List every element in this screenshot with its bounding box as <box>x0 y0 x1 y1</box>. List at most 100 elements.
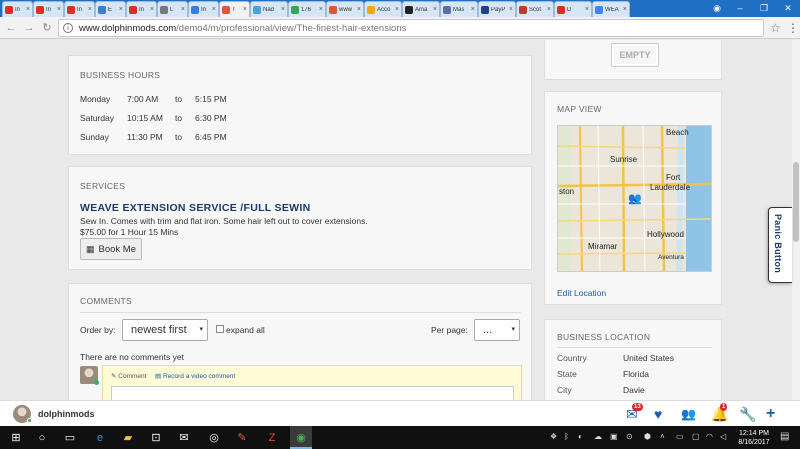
panic-button[interactable]: Panic Button <box>768 207 792 283</box>
window-controls: ◉ – ❐ ✕ <box>706 0 800 17</box>
tab-close-icon[interactable]: × <box>509 6 513 13</box>
browser-tab[interactable]: www × <box>326 1 364 17</box>
cloud-tray-icon[interactable]: ☁ <box>594 432 602 442</box>
friends-icon[interactable]: 👥 <box>681 406 696 422</box>
tab-close-icon[interactable]: × <box>623 6 627 13</box>
browser-tab[interactable]: T × <box>219 1 250 17</box>
tab-title: Mas <box>453 6 465 13</box>
browser-tab[interactable]: In × <box>33 1 64 17</box>
task-view-icon[interactable]: ▭ <box>62 430 78 446</box>
taskbar-clock[interactable]: 12:14 PM 8/16/2017 <box>734 429 774 447</box>
browser-tab[interactable]: Scot × <box>516 1 554 17</box>
service-title[interactable]: WEAVE EXTENSION SERVICE /FULL SEWIN <box>80 202 310 214</box>
browser-tab[interactable]: WEA × <box>592 1 630 17</box>
scrollbar-thumb[interactable] <box>793 162 799 242</box>
wifi-icon[interactable]: ◠ <box>706 432 713 442</box>
location-value: Davie <box>623 385 645 395</box>
bookmark-star-icon[interactable]: ☆ <box>770 21 781 35</box>
tab-close-icon[interactable]: × <box>433 6 437 13</box>
location-row: State Florida <box>557 369 649 379</box>
reload-icon[interactable]: ↻ <box>40 21 54 35</box>
profile-icon[interactable]: ◉ <box>706 0 728 17</box>
browser-tab[interactable]: In × <box>188 1 219 17</box>
monitor-icon[interactable]: ▢ <box>692 432 700 442</box>
book-me-button[interactable]: ▦ Book Me <box>80 238 142 260</box>
chrome-taskbar-icon[interactable]: ◉ <box>293 430 309 446</box>
chrome-menu-icon[interactable]: ⋮ <box>787 21 799 35</box>
bluetooth-tray-icon[interactable]: ᛒ <box>564 432 569 442</box>
paint-icon[interactable]: ✎ <box>234 430 250 446</box>
box-tray-icon[interactable]: ▣ <box>610 432 618 442</box>
tab-close-icon[interactable]: × <box>547 6 551 13</box>
browser-tab[interactable]: Mas × <box>440 1 478 17</box>
close-window-icon[interactable]: ✕ <box>776 0 800 17</box>
sync-tray-icon[interactable]: ◐ <box>578 432 583 442</box>
tab-close-icon[interactable]: × <box>57 6 61 13</box>
browser-tab[interactable]: In × <box>126 1 157 17</box>
browser-tab[interactable]: In × <box>64 1 95 17</box>
action-center-icon[interactable]: ▤ <box>780 432 789 442</box>
minimize-icon[interactable]: – <box>728 0 752 17</box>
address-bar[interactable]: i www.dolphinmods.com/demo4/m/profession… <box>58 19 764 37</box>
battery-icon[interactable]: ▭ <box>676 432 684 442</box>
browser-tab[interactable]: 176 × <box>288 1 326 17</box>
forward-icon[interactable]: → <box>22 21 36 35</box>
tab-close-icon[interactable]: × <box>26 6 30 13</box>
file-explorer-icon[interactable]: ▰ <box>120 430 136 446</box>
comment-textarea[interactable] <box>111 386 514 400</box>
tab-close-icon[interactable]: × <box>181 6 185 13</box>
browser-tab[interactable]: PayP × <box>478 1 516 17</box>
back-icon[interactable]: ← <box>4 21 18 35</box>
browser-tab[interactable]: D × <box>554 1 592 17</box>
record-video-tab[interactable]: ▤ Record a video comment <box>155 372 235 380</box>
comment-tab[interactable]: ✎ Comment <box>111 372 146 380</box>
plus-icon[interactable]: + <box>766 406 775 422</box>
service-price: $75.00 for 1 Hour 15 Mins <box>80 227 179 237</box>
order-by-select[interactable]: newest first ▾ <box>122 319 208 341</box>
browser-tab[interactable]: In × <box>2 1 33 17</box>
filezilla-icon[interactable]: Z <box>264 430 280 446</box>
volume-icon[interactable]: ◁ <box>720 432 726 442</box>
mail-app-icon[interactable]: ✉ <box>176 430 192 446</box>
browser-tab[interactable]: Ama × <box>402 1 440 17</box>
browser-tab[interactable]: L × <box>157 1 188 17</box>
store-icon[interactable]: ⊡ <box>148 430 164 446</box>
edge-icon[interactable]: e <box>92 430 108 446</box>
wrench-icon[interactable]: 🔧 <box>739 406 756 422</box>
tab-close-icon[interactable]: × <box>395 6 399 13</box>
app-icon[interactable]: ◎ <box>206 430 222 446</box>
tab-title: WEA <box>605 6 619 13</box>
page-scrollbar[interactable] <box>792 40 800 400</box>
tab-close-icon[interactable]: × <box>319 6 323 13</box>
tab-close-icon[interactable]: × <box>585 6 589 13</box>
browser-tab[interactable]: Acco × <box>364 1 402 17</box>
expand-all-checkbox[interactable] <box>216 325 224 333</box>
browser-tab[interactable]: Nad × <box>250 1 288 17</box>
per-page-select[interactable]: ... ▾ <box>474 319 520 341</box>
shield-tray-icon[interactable]: ⬢ <box>644 432 651 442</box>
address-url[interactable]: www.dolphinmods.com/demo4/m/professional… <box>79 23 406 34</box>
dropbox-tray-icon[interactable]: ❖ <box>550 432 557 442</box>
info-icon[interactable]: i <box>63 23 73 33</box>
app-tray-icon[interactable]: ⊙ <box>626 432 633 442</box>
heart-icon[interactable]: ♥ <box>654 406 662 422</box>
map-view[interactable]: Beach Sunrise Fort Lauderdale ston Holly… <box>557 125 712 272</box>
tab-close-icon[interactable]: × <box>150 6 154 13</box>
maximize-icon[interactable]: ❐ <box>752 0 776 17</box>
hours-sep: to <box>175 113 183 123</box>
tab-close-icon[interactable]: × <box>281 6 285 13</box>
chevron-up-icon[interactable]: ˄ <box>660 432 665 442</box>
tab-close-icon[interactable]: × <box>119 6 123 13</box>
username[interactable]: dolphinmods <box>38 409 95 419</box>
tab-close-icon[interactable]: × <box>88 6 92 13</box>
cortana-icon[interactable]: ○ <box>34 430 50 446</box>
people-marker-icon[interactable]: 👥 <box>628 192 642 205</box>
tab-close-icon[interactable]: × <box>212 6 216 13</box>
windows-start-icon[interactable]: ⊞ <box>8 430 24 446</box>
tab-close-icon[interactable]: × <box>357 6 361 13</box>
browser-tab[interactable]: E × <box>95 1 126 17</box>
edit-location-link[interactable]: Edit Location <box>557 288 606 298</box>
tab-close-icon[interactable]: × <box>471 6 475 13</box>
tab-close-icon[interactable]: × <box>243 6 247 13</box>
empty-button[interactable]: EMPTY <box>611 43 659 67</box>
